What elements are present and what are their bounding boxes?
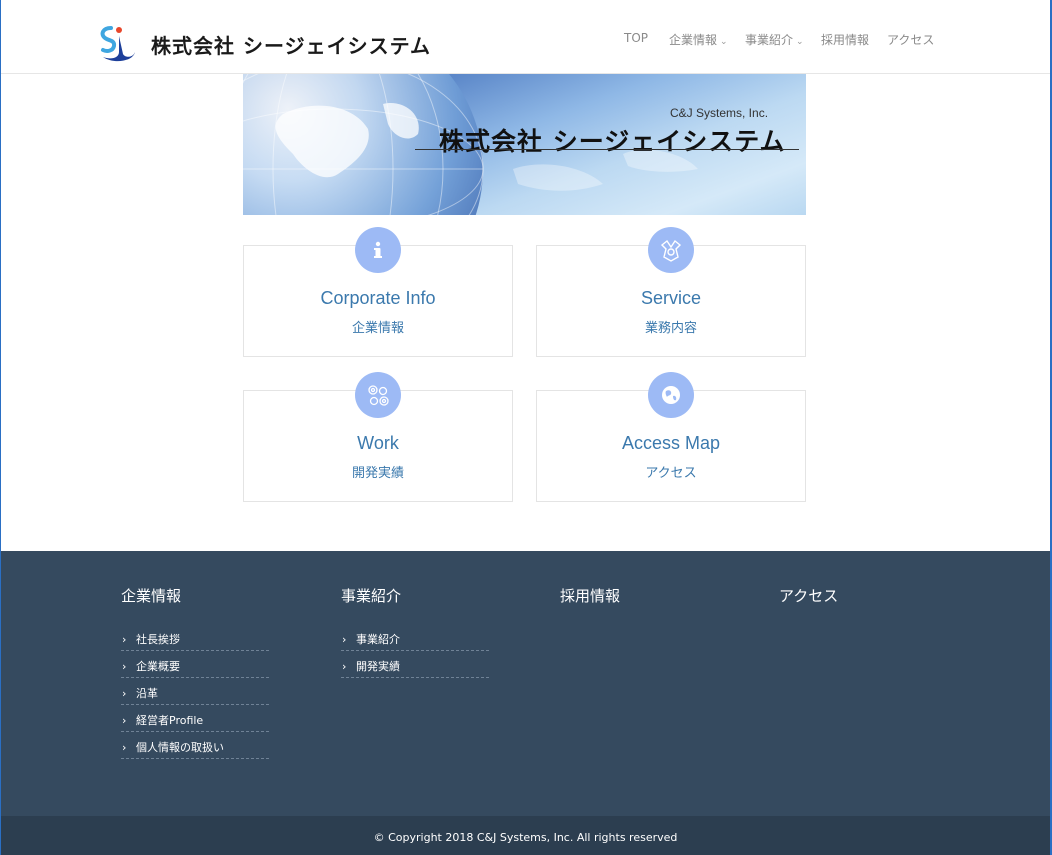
site-header: 株式会社 シージェイシステム TOP 企業情報 ⌄ 事業紹介 ⌄ 採用情報 アクセス	[1, 0, 1050, 74]
card-subtitle: 開発実績	[351, 466, 404, 481]
footer-link-privacy[interactable]: › 個人情報の取扱い	[121, 732, 269, 759]
footer-column-access: アクセス	[779, 585, 929, 606]
nav-recruit-label: 採用情報	[821, 33, 870, 47]
site-footer: 企業情報 › 社長挨拶 › 企業概要 › 沿革 › 経営者Profile › 個人情報の取…	[1, 551, 1050, 817]
hero-banner: C&J Systems, Inc. 株式会社 シージェイシステム	[243, 74, 806, 215]
nav-top-label: TOP	[624, 31, 649, 45]
footer-link-label: 開発実績	[356, 660, 400, 673]
nav-corporate-label: 企業情報	[669, 33, 718, 47]
banner-company-en: C&J Systems, Inc.	[670, 106, 769, 120]
nav-recruit[interactable]: 採用情報	[821, 31, 869, 48]
banner-divider	[415, 149, 799, 150]
chevron-right-icon: ›	[122, 633, 127, 646]
card-corporate-info[interactable]: Corporate Info 企業情報	[243, 227, 513, 357]
nav-top[interactable]: TOP	[624, 31, 648, 45]
footer-link-overview[interactable]: › 企業概要	[121, 651, 269, 678]
footer-link-list: › 社長挨拶 › 企業概要 › 沿革 › 経営者Profile › 個人情報の取扱い	[121, 624, 271, 759]
nav-corporate[interactable]: 企業情報 ⌄	[669, 31, 728, 48]
nav-access-label: アクセス	[887, 33, 935, 47]
banner-company-jp: 株式会社 シージェイシステム	[439, 127, 786, 156]
footer-heading[interactable]: アクセス	[779, 585, 929, 606]
footer-column-recruit: 採用情報	[560, 585, 710, 606]
card-subtitle: アクセス	[645, 466, 697, 481]
globe-icon	[648, 372, 694, 418]
footer-heading: 企業情報	[121, 587, 182, 605]
card-subtitle: 業務内容	[644, 321, 697, 336]
card-title: Corporate Info	[320, 288, 436, 308]
footer-link-greeting[interactable]: › 社長挨拶	[121, 624, 269, 651]
footer-link-label: 沿革	[136, 687, 158, 700]
footer-column-business: 事業紹介 › 事業紹介 › 開発実績	[341, 585, 491, 678]
footer-link-list: › 事業紹介 › 開発実績	[341, 624, 491, 678]
chevron-right-icon: ›	[122, 687, 127, 700]
service-icon	[648, 227, 694, 273]
card-title: Work	[357, 433, 399, 453]
chevron-right-icon: ›	[342, 633, 347, 646]
footer-link-business[interactable]: › 事業紹介	[341, 624, 489, 651]
chevron-right-icon: ›	[342, 660, 347, 673]
footer-link-label: 企業概要	[136, 660, 180, 673]
copyright-text: © Copyright 2018 C&J Systems, Inc. All r…	[373, 831, 678, 844]
chevron-down-icon: ⌄	[720, 37, 728, 47]
card-work[interactable]: Work 開発実績	[243, 372, 513, 502]
card-subtitle: 企業情報	[351, 321, 404, 336]
footer-link-label: 社長挨拶	[136, 633, 180, 646]
info-icon	[355, 227, 401, 273]
footer-link-label: 個人情報の取扱い	[136, 741, 224, 754]
footer-link-label: 事業紹介	[356, 633, 400, 646]
chevron-right-icon: ›	[122, 660, 127, 673]
footer-heading: 事業紹介	[341, 587, 402, 605]
card-title: Service	[640, 288, 702, 308]
chevron-right-icon: ›	[122, 714, 127, 727]
copyright-bar: © Copyright 2018 C&J Systems, Inc. All r…	[1, 816, 1050, 855]
footer-heading[interactable]: 採用情報	[560, 585, 710, 606]
company-name-logo[interactable]: 株式会社 シージェイシステム	[151, 30, 431, 59]
card-title: Access Map	[621, 433, 721, 453]
company-logo-icon[interactable]	[97, 24, 137, 64]
card-service[interactable]: Service 業務内容	[536, 227, 806, 357]
nav-business[interactable]: 事業紹介 ⌄	[745, 31, 804, 48]
footer-link-label: 経営者Profile	[136, 714, 204, 727]
footer-column-corporate: 企業情報 › 社長挨拶 › 企業概要 › 沿革 › 経営者Profile › 個人情報の取…	[121, 585, 271, 759]
footer-link-executive-profile[interactable]: › 経営者Profile	[121, 705, 269, 732]
gears-icon	[355, 372, 401, 418]
footer-link-works[interactable]: › 開発実績	[341, 651, 489, 678]
chevron-down-icon: ⌄	[796, 37, 804, 47]
chevron-right-icon: ›	[122, 741, 127, 754]
nav-access[interactable]: アクセス	[887, 31, 934, 48]
footer-link-history[interactable]: › 沿革	[121, 678, 269, 705]
nav-business-label: 事業紹介	[745, 33, 794, 47]
card-access-map[interactable]: Access Map アクセス	[536, 372, 806, 502]
